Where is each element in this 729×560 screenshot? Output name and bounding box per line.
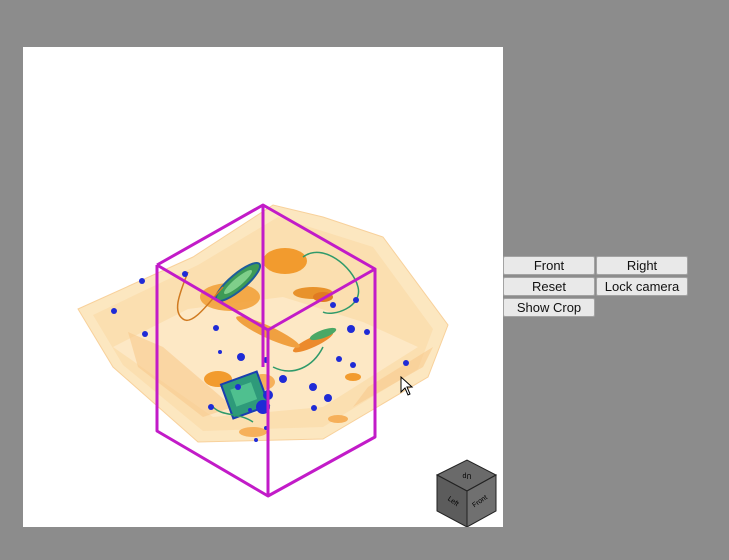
lock-camera-button[interactable]: Lock camera xyxy=(596,277,688,296)
volume-render-viewport[interactable]: Up Left Front xyxy=(23,47,503,527)
cube-face-top-label: Up xyxy=(462,472,471,479)
right-view-button[interactable]: Right xyxy=(596,256,688,275)
front-view-button[interactable]: Front xyxy=(503,256,595,275)
show-crop-button[interactable]: Show Crop xyxy=(503,298,595,317)
arrow-cursor-icon xyxy=(400,376,414,396)
reset-button[interactable]: Reset xyxy=(503,277,595,296)
orientation-cube-icon[interactable]: Up Left Front xyxy=(435,459,498,527)
volume-render-scene[interactable]: Up Left Front xyxy=(23,47,503,527)
